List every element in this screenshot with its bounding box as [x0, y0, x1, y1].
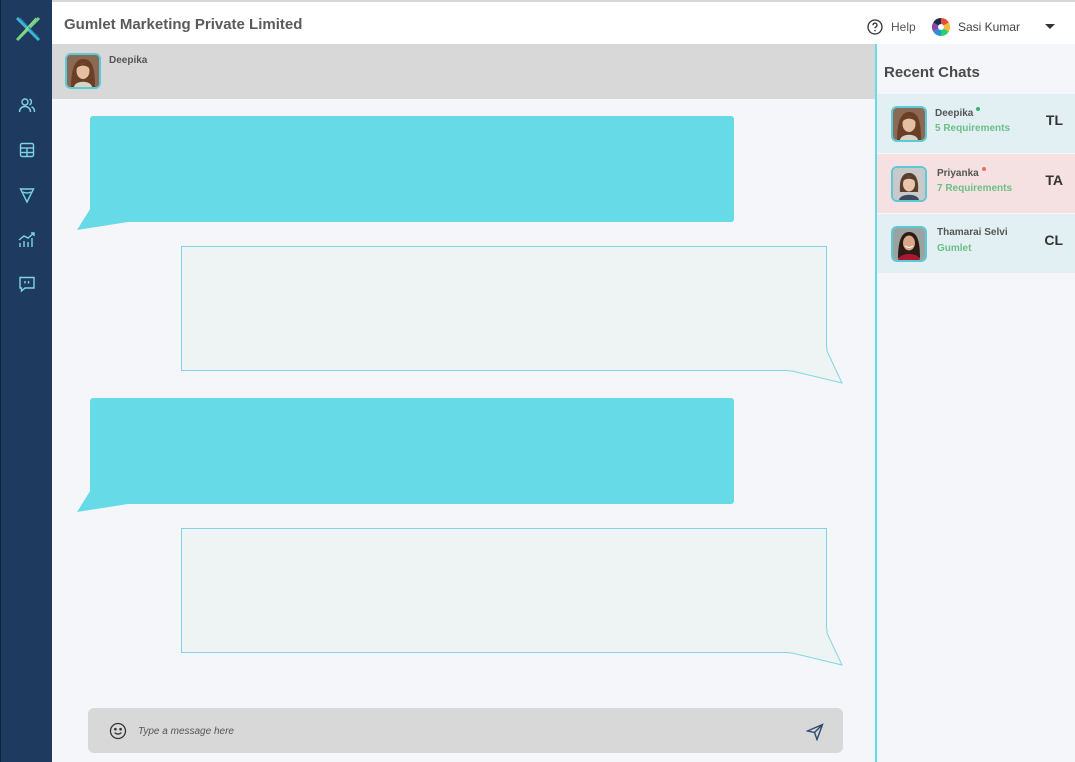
- bubble-tail: [788, 346, 843, 384]
- user-logo-icon: [932, 18, 950, 36]
- recent-chat-item[interactable]: Thamarai Selvi Gumlet CL: [877, 214, 1075, 273]
- help-button[interactable]: Help: [867, 19, 916, 35]
- chevron-down-icon[interactable]: [1045, 24, 1055, 29]
- top-header: Gumlet Marketing Private Limited Help Sa…: [52, 0, 1075, 44]
- app-logo[interactable]: [14, 15, 42, 43]
- recent-chats-panel: Recent Chats Deepika 5 Requirements TL P…: [875, 44, 1075, 762]
- recent-chats-title: Recent Chats: [884, 64, 980, 81]
- recent-chat-item[interactable]: Priyanka 7 Requirements TA: [877, 154, 1075, 213]
- avatar: [891, 166, 927, 202]
- avatar: [891, 226, 927, 262]
- chat-area: Deepika: [52, 44, 875, 762]
- bubble-tail: [788, 628, 843, 666]
- users-icon[interactable]: [16, 94, 38, 116]
- status-dot: [976, 107, 981, 111]
- recent-chat-item[interactable]: Deepika 5 Requirements TL: [877, 94, 1075, 153]
- message-bubble-received: [90, 398, 734, 504]
- user-name: Sasi Kumar: [958, 20, 1021, 34]
- chat-quote-icon[interactable]: [16, 273, 38, 295]
- message-bubble-sent: [181, 246, 827, 371]
- recent-chat-subtitle: Gumlet: [937, 243, 972, 254]
- help-icon: [867, 19, 883, 35]
- avatar: [65, 53, 101, 89]
- sidebar: [0, 0, 52, 762]
- message-input[interactable]: [138, 720, 778, 742]
- message-bubble-received: [90, 116, 734, 222]
- send-icon[interactable]: [805, 723, 824, 746]
- analytics-icon[interactable]: [16, 229, 38, 251]
- recent-chat-name: Deepika: [935, 108, 974, 119]
- role-badge: TL: [1045, 112, 1063, 128]
- emoji-icon[interactable]: [109, 722, 127, 745]
- chat-contact-name: Deepika: [109, 55, 148, 66]
- status-dot: [981, 167, 986, 171]
- role-badge: CL: [1044, 232, 1063, 248]
- recent-chat-subtitle: 7 Requirements: [937, 183, 1013, 194]
- message-composer: [88, 708, 843, 753]
- recent-chat-name: Thamarai Selvi: [937, 227, 1008, 238]
- filter-icon[interactable]: [16, 184, 38, 206]
- role-badge: TA: [1045, 172, 1063, 188]
- avatar: [891, 106, 927, 142]
- message-bubble-sent: [181, 528, 827, 653]
- company-name: Gumlet Marketing Private Limited: [64, 16, 303, 33]
- bubble-tail: [77, 196, 132, 230]
- user-menu[interactable]: Sasi Kumar: [932, 18, 1020, 36]
- recent-chat-name: Priyanka: [937, 168, 979, 179]
- chat-header: Deepika: [52, 44, 875, 99]
- bubble-tail: [77, 478, 132, 512]
- help-label: Help: [891, 20, 916, 34]
- table-icon[interactable]: [16, 139, 38, 161]
- recent-chat-subtitle: 5 Requirements: [935, 123, 1011, 134]
